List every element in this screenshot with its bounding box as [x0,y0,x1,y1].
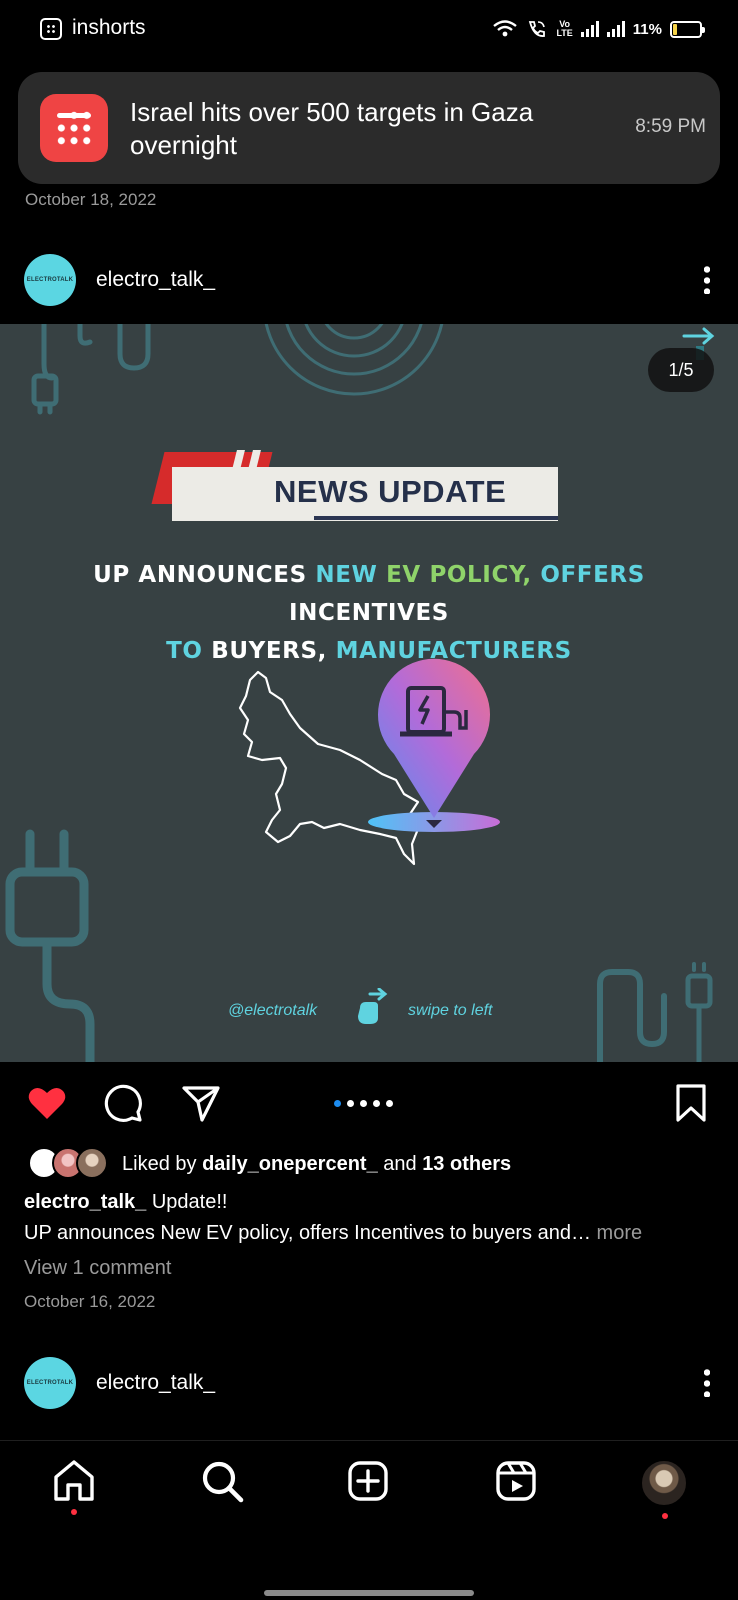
caption-text: Update!! [151,1191,228,1213]
notification-title: Israel hits over 500 targets in Gaza ove… [130,97,534,160]
carousel-dot [360,1100,367,1107]
next-post-header: ELECTROTALK electro_talk_ [0,1353,738,1413]
banner-underline [314,516,558,520]
caption-text-truncated: UP announces New EV policy, offers Incen… [24,1222,591,1244]
headline-part: MANUFACTURERS [335,638,572,664]
wifi-calling-icon [529,21,546,37]
carousel-dot [334,1100,341,1107]
wifi-icon [493,20,518,37]
signal-icon-sim1 [580,21,599,37]
inshorts-app-icon [40,94,108,162]
status-indicators: Vo LTE 11% [492,14,705,44]
image-footer-handle: @electrotalk [228,1002,318,1019]
carousel-counter: 1/5 [648,348,714,392]
headline-part: OFFERS [540,562,645,588]
caption-more-link[interactable]: more [597,1222,643,1244]
headline-line-2: TO BUYERS, MANUFACTURERS [20,632,718,670]
home-icon[interactable] [50,1457,98,1505]
carousel-indicator [334,1100,393,1107]
post-username[interactable]: electro_talk_ [96,1371,215,1395]
more-options-icon[interactable] [704,1367,710,1397]
headline-part: BUYERS, [211,638,336,664]
signal-icon-sim2 [606,21,625,37]
avatar[interactable]: ELECTROTALK [24,1357,76,1409]
image-footer-swipe-hint: swipe to left [408,1002,493,1019]
status-bar: inshorts Vo LTE 11% [0,0,738,58]
create-icon[interactable] [344,1457,392,1505]
battery-percent: 11% [632,20,662,38]
caption-second-line: UP announces New EV policy, offers Incen… [24,1222,724,1245]
volte-indicator: Vo LTE [556,19,573,38]
post-username[interactable]: electro_talk_ [96,268,215,292]
liked-by-others[interactable]: 13 others [422,1153,511,1175]
status-app-name: inshorts [72,16,146,39]
swipe-hand-icon [358,988,388,1024]
banner-title: NEWS UPDATE [274,474,507,509]
carousel-dot [373,1100,380,1107]
headline-part: INCENTIVES [289,600,449,626]
heads-up-notification[interactable]: Israel hits over 500 targets in Gaza ove… [18,72,720,184]
inshorts-notification-icon [40,18,62,40]
caption-first-line: electro_talk_ Update!! [24,1191,227,1214]
comment-icon[interactable] [102,1082,144,1124]
reels-icon[interactable] [492,1457,540,1505]
post-header: ELECTROTALK electro_talk_ [0,250,738,310]
liked-by-and: and [383,1153,417,1175]
liked-by-text: Liked by daily_onepercent_ and 13 others [122,1153,511,1176]
headline-part: NEW [315,562,387,588]
heart-icon[interactable] [26,1082,68,1124]
bottom-navigation [0,1440,738,1536]
image-headline: UP ANNOUNCES NEW EV POLICY, OFFERS INCEN… [20,556,718,670]
liked-by-user[interactable]: daily_onepercent_ [202,1153,378,1175]
profile-tab-avatar[interactable] [640,1459,688,1507]
headline-part: TO [166,638,212,664]
liker-avatar [76,1147,108,1179]
liked-by-prefix: Liked by [122,1153,197,1175]
headline-part: EV POLICY, [386,562,541,588]
carousel-dot [386,1100,393,1107]
gesture-home-indicator[interactable] [264,1590,474,1596]
more-options-icon[interactable] [704,264,710,294]
headline-part: UP ANNOUNCES [93,562,316,588]
caption-username[interactable]: electro_talk_ [24,1191,146,1213]
notification-time: 8:59 PM [635,116,706,137]
battery-icon [670,20,705,38]
post-date: October 16, 2022 [24,1292,156,1311]
profile-activity-dot [662,1513,668,1519]
carousel-dot [347,1100,354,1107]
view-comments-link[interactable]: View 1 comment [24,1257,171,1280]
home-activity-dot [71,1509,77,1515]
avatar[interactable]: ELECTROTALK [24,254,76,306]
previous-post-date: October 18, 2022 [25,190,157,209]
search-icon[interactable] [198,1457,246,1505]
likes-row[interactable]: Liked by daily_onepercent_ and 13 others [24,1147,724,1181]
share-icon[interactable] [180,1082,222,1124]
post-image-carousel[interactable]: 1/5 NEWS UPDATE UP ANNOUNCES NEW EV POLI… [0,324,738,1062]
post-actions [0,1062,738,1142]
bookmark-icon[interactable] [670,1082,712,1124]
banner-stripes [216,450,266,506]
headline-line-1: UP ANNOUNCES NEW EV POLICY, OFFERS INCEN… [20,556,718,632]
background-decoration [5,324,715,1062]
